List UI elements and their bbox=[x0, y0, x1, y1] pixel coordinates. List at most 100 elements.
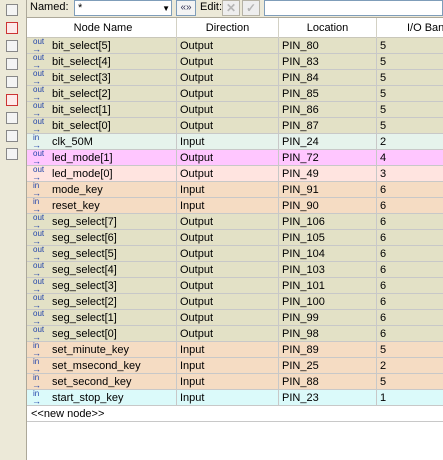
node-name-cell[interactable]: out → seg_select[0] bbox=[30, 326, 177, 342]
location-cell[interactable]: PIN_85 bbox=[279, 86, 377, 102]
location-cell[interactable]: PIN_83 bbox=[279, 54, 377, 70]
direction-cell[interactable]: Output bbox=[177, 38, 279, 54]
direction-cell[interactable]: Input bbox=[177, 134, 279, 150]
accept-edit-icon[interactable]: ✓ bbox=[242, 0, 260, 16]
io-bank-cell[interactable]: 6 bbox=[377, 262, 443, 278]
io-bank-cell[interactable]: 3 bbox=[377, 166, 443, 182]
direction-cell[interactable]: Output bbox=[177, 294, 279, 310]
direction-cell[interactable]: Input bbox=[177, 342, 279, 358]
io-bank-cell[interactable]: 5 bbox=[377, 102, 443, 118]
location-cell[interactable]: PIN_104 bbox=[279, 246, 377, 262]
table-row[interactable]: in → mode_key Input PIN_91 6 bbox=[27, 182, 443, 198]
node-name-cell[interactable]: out → seg_select[5] bbox=[30, 246, 177, 262]
tool-icon[interactable] bbox=[6, 22, 18, 34]
io-bank-cell[interactable]: 6 bbox=[377, 278, 443, 294]
table-row[interactable]: out → seg_select[0] Output PIN_98 6 bbox=[27, 326, 443, 342]
io-bank-cell[interactable]: 5 bbox=[377, 342, 443, 358]
location-cell[interactable]: PIN_91 bbox=[279, 182, 377, 198]
location-cell[interactable]: PIN_25 bbox=[279, 358, 377, 374]
location-cell[interactable]: PIN_87 bbox=[279, 118, 377, 134]
node-name-cell[interactable]: out → seg_select[2] bbox=[30, 294, 177, 310]
io-bank-cell[interactable]: 6 bbox=[377, 182, 443, 198]
direction-cell[interactable]: Output bbox=[177, 326, 279, 342]
direction-cell[interactable]: Output bbox=[177, 246, 279, 262]
location-cell[interactable]: PIN_98 bbox=[279, 326, 377, 342]
direction-cell[interactable]: Output bbox=[177, 150, 279, 166]
location-cell[interactable]: PIN_100 bbox=[279, 294, 377, 310]
table-row[interactable]: out → seg_select[1] Output PIN_99 6 bbox=[27, 310, 443, 326]
node-name-cell[interactable]: out → seg_select[1] bbox=[30, 310, 177, 326]
node-name-cell[interactable]: out → bit_select[5] bbox=[30, 38, 177, 54]
io-bank-cell[interactable]: 6 bbox=[377, 294, 443, 310]
column-header-node-name[interactable]: Node Name bbox=[30, 18, 177, 38]
direction-cell[interactable]: Input bbox=[177, 390, 279, 406]
io-bank-cell[interactable]: 5 bbox=[377, 374, 443, 390]
direction-cell[interactable]: Input bbox=[177, 374, 279, 390]
direction-cell[interactable]: Output bbox=[177, 118, 279, 134]
location-cell[interactable]: PIN_49 bbox=[279, 166, 377, 182]
direction-cell[interactable]: Output bbox=[177, 54, 279, 70]
table-row[interactable]: out → bit_select[0] Output PIN_87 5 bbox=[27, 118, 443, 134]
node-name-cell[interactable]: out → led_mode[0] bbox=[30, 166, 177, 182]
direction-cell[interactable]: Output bbox=[177, 262, 279, 278]
table-row[interactable]: out → bit_select[4] Output PIN_83 5 bbox=[27, 54, 443, 70]
tool-icon[interactable] bbox=[6, 112, 18, 124]
node-name-cell[interactable]: out → bit_select[0] bbox=[30, 118, 177, 134]
location-cell[interactable]: PIN_80 bbox=[279, 38, 377, 54]
location-cell[interactable]: PIN_88 bbox=[279, 374, 377, 390]
node-name-cell[interactable]: in → set_msecond_key bbox=[30, 358, 177, 374]
io-bank-cell[interactable]: 5 bbox=[377, 118, 443, 134]
table-row[interactable]: out → bit_select[5] Output PIN_80 5 bbox=[27, 38, 443, 54]
direction-cell[interactable]: Output bbox=[177, 278, 279, 294]
io-bank-cell[interactable]: 5 bbox=[377, 86, 443, 102]
direction-cell[interactable]: Output bbox=[177, 70, 279, 86]
location-cell[interactable]: PIN_99 bbox=[279, 310, 377, 326]
tool-icon[interactable] bbox=[6, 76, 18, 88]
io-bank-cell[interactable]: 5 bbox=[377, 54, 443, 70]
table-row[interactable]: out → led_mode[0] Output PIN_49 3 bbox=[27, 166, 443, 182]
table-row[interactable]: out → seg_select[7] Output PIN_106 6 bbox=[27, 214, 443, 230]
new-node-row[interactable]: <<new node>> bbox=[27, 406, 443, 422]
table-row[interactable]: in → set_msecond_key Input PIN_25 2 bbox=[27, 358, 443, 374]
column-header-direction[interactable]: Direction bbox=[177, 18, 279, 38]
location-cell[interactable]: PIN_86 bbox=[279, 102, 377, 118]
io-bank-cell[interactable]: 6 bbox=[377, 230, 443, 246]
io-bank-cell[interactable]: 6 bbox=[377, 246, 443, 262]
tool-icon[interactable] bbox=[6, 130, 18, 142]
column-header-location[interactable]: Location bbox=[279, 18, 377, 38]
node-name-cell[interactable]: out → bit_select[1] bbox=[30, 102, 177, 118]
tool-icon[interactable] bbox=[6, 40, 18, 52]
location-cell[interactable]: PIN_72 bbox=[279, 150, 377, 166]
node-name-cell[interactable]: out → seg_select[6] bbox=[30, 230, 177, 246]
node-name-cell[interactable]: out → seg_select[3] bbox=[30, 278, 177, 294]
table-row[interactable]: out → seg_select[2] Output PIN_100 6 bbox=[27, 294, 443, 310]
location-cell[interactable]: PIN_89 bbox=[279, 342, 377, 358]
node-name-cell[interactable]: out → bit_select[4] bbox=[30, 54, 177, 70]
node-name-cell[interactable]: in → start_stop_key bbox=[30, 390, 177, 406]
io-bank-cell[interactable]: 6 bbox=[377, 198, 443, 214]
location-cell[interactable]: PIN_23 bbox=[279, 390, 377, 406]
direction-cell[interactable]: Output bbox=[177, 86, 279, 102]
table-row[interactable]: in → set_minute_key Input PIN_89 5 bbox=[27, 342, 443, 358]
table-row[interactable]: out → led_mode[1] Output PIN_72 4 bbox=[27, 150, 443, 166]
location-cell[interactable]: PIN_24 bbox=[279, 134, 377, 150]
tool-icon[interactable] bbox=[6, 94, 18, 106]
cancel-edit-icon[interactable]: ✕ bbox=[222, 0, 240, 16]
io-bank-cell[interactable]: 6 bbox=[377, 310, 443, 326]
node-name-cell[interactable]: out → led_mode[1] bbox=[30, 150, 177, 166]
expand-icon[interactable]: «» bbox=[176, 0, 196, 16]
node-name-cell[interactable]: in → set_minute_key bbox=[30, 342, 177, 358]
io-bank-cell[interactable]: 4 bbox=[377, 150, 443, 166]
direction-cell[interactable]: Output bbox=[177, 166, 279, 182]
tool-icon[interactable] bbox=[6, 4, 18, 16]
edit-field[interactable] bbox=[264, 0, 443, 16]
location-cell[interactable]: PIN_101 bbox=[279, 278, 377, 294]
node-name-cell[interactable]: out → bit_select[2] bbox=[30, 86, 177, 102]
table-row[interactable]: in → set_second_key Input PIN_88 5 bbox=[27, 374, 443, 390]
node-name-cell[interactable]: in → reset_key bbox=[30, 198, 177, 214]
node-name-cell[interactable]: in → clk_50M bbox=[30, 134, 177, 150]
io-bank-cell[interactable]: 5 bbox=[377, 38, 443, 54]
table-row[interactable]: out → seg_select[5] Output PIN_104 6 bbox=[27, 246, 443, 262]
io-bank-cell[interactable]: 1 bbox=[377, 390, 443, 406]
tool-icon[interactable] bbox=[6, 58, 18, 70]
